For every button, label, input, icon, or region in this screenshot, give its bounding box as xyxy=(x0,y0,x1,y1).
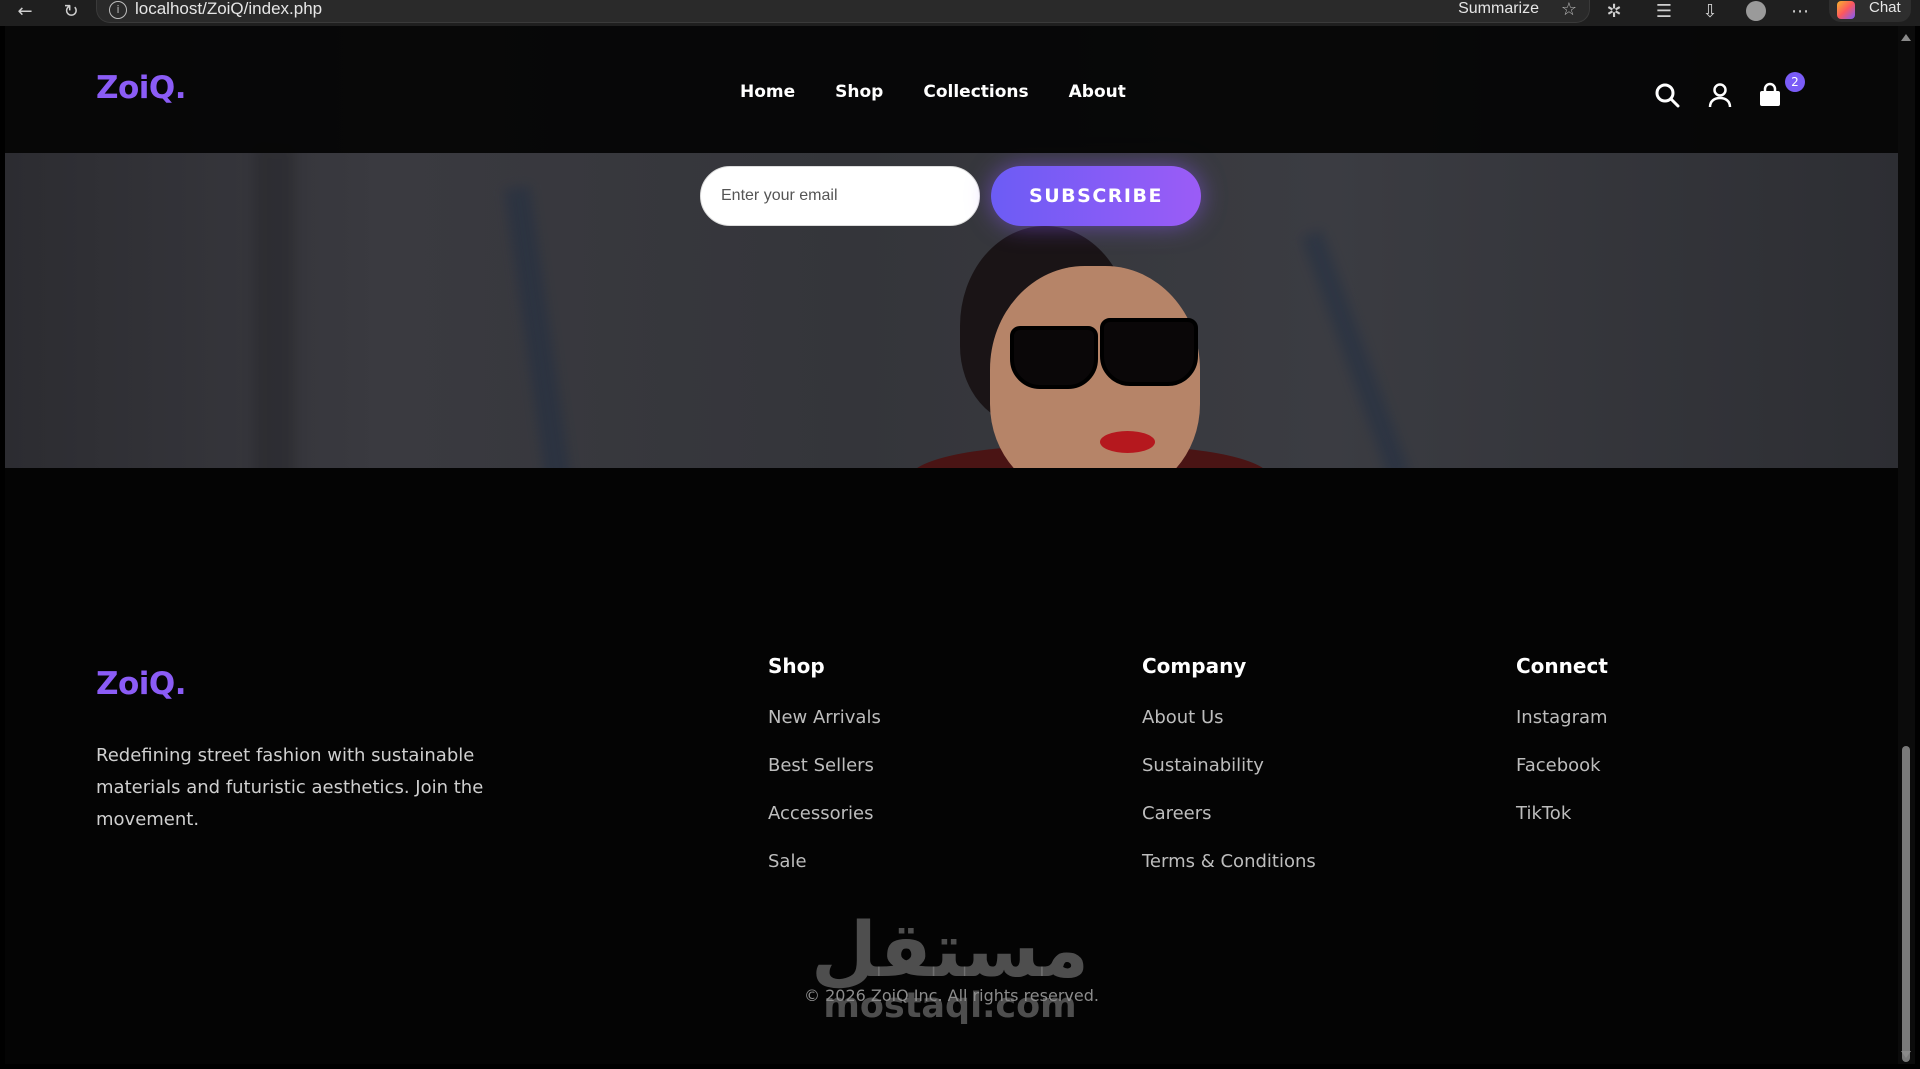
page-scrollbar[interactable] xyxy=(1898,26,1915,1064)
info-icon[interactable]: i xyxy=(109,1,127,19)
model-photo xyxy=(900,206,1300,468)
site-footer: ZoiQ. Redefining street fashion with sus… xyxy=(5,468,1898,1064)
background-streak xyxy=(1301,230,1411,468)
reload-icon[interactable]: ↻ xyxy=(58,0,84,22)
scrollbar-thumb[interactable] xyxy=(1902,746,1910,1062)
brand-logo[interactable]: ZoiQ. xyxy=(96,70,187,106)
footer-column-title: Company xyxy=(1142,654,1247,678)
footer-link-best-sellers[interactable]: Best Sellers xyxy=(768,754,881,802)
footer-link-careers[interactable]: Careers xyxy=(1142,802,1316,850)
page-viewport: SUBSCRIBE ZoiQ. Home Shop Collections Ab… xyxy=(5,26,1898,1064)
footer-link-tiktok[interactable]: TikTok xyxy=(1516,802,1608,850)
footer-link-sale[interactable]: Sale xyxy=(768,850,881,898)
more-options-icon[interactable]: ⋯ xyxy=(1788,0,1812,22)
browser-toolbar: ← ↻ i localhost/ZoiQ/index.php Summarize… xyxy=(0,0,1920,26)
nav-about[interactable]: About xyxy=(1069,82,1126,102)
footer-column-title: Shop xyxy=(768,654,825,678)
footer-link-about-us[interactable]: About Us xyxy=(1142,706,1316,754)
footer-column-shop: Shop New Arrivals Best Sellers Accessori… xyxy=(768,654,881,898)
footer-column-title: Connect xyxy=(1516,654,1608,678)
downloads-icon[interactable]: ⇩ xyxy=(1698,0,1722,22)
favorites-list-icon[interactable]: ☰ xyxy=(1652,0,1676,22)
search-icon[interactable] xyxy=(1650,78,1684,112)
account-icon[interactable] xyxy=(1703,78,1737,112)
sunglasses xyxy=(1010,326,1098,389)
nav-shop[interactable]: Shop xyxy=(835,82,883,102)
address-url[interactable]: localhost/ZoiQ/index.php xyxy=(135,0,322,18)
profile-avatar-icon[interactable] xyxy=(1744,0,1768,22)
back-arrow-icon[interactable]: ← xyxy=(12,0,38,22)
scroll-down-arrow-icon[interactable] xyxy=(1901,1051,1911,1058)
summarize-button[interactable]: Summarize xyxy=(1458,0,1539,18)
footer-link-facebook[interactable]: Facebook xyxy=(1516,754,1608,802)
footer-tagline: Redefining street fashion with sustainab… xyxy=(96,745,484,830)
nav-home[interactable]: Home xyxy=(740,82,795,102)
chat-label: Chat xyxy=(1869,0,1901,16)
address-bar[interactable]: i localhost/ZoiQ/index.php Summarize ☆ xyxy=(96,0,1590,23)
newsletter-form: SUBSCRIBE xyxy=(5,166,1898,228)
cart-count-badge: 2 xyxy=(1785,72,1805,92)
site-header: ZoiQ. Home Shop Collections About 2 xyxy=(5,26,1898,153)
background-streak xyxy=(504,185,572,468)
favorite-star-icon[interactable]: ☆ xyxy=(1561,0,1577,20)
subscribe-button[interactable]: SUBSCRIBE xyxy=(991,166,1201,226)
chat-button[interactable]: Chat xyxy=(1829,0,1911,22)
copilot-logo-icon xyxy=(1837,1,1855,19)
footer-link-instagram[interactable]: Instagram xyxy=(1516,706,1608,754)
email-input[interactable] xyxy=(700,166,980,226)
nav-collections[interactable]: Collections xyxy=(923,82,1028,102)
copyright-text: © 2026 ZoiQ Inc. All rights reserved. xyxy=(804,986,1099,1005)
footer-link-accessories[interactable]: Accessories xyxy=(768,802,881,850)
footer-column-connect: Connect Instagram Facebook TikTok xyxy=(1516,654,1608,850)
footer-brand-logo[interactable]: ZoiQ. xyxy=(96,666,187,702)
shopping-bag-icon[interactable] xyxy=(1753,78,1787,112)
extensions-icon[interactable]: ✲ xyxy=(1602,0,1626,22)
footer-link-sustainability[interactable]: Sustainability xyxy=(1142,754,1316,802)
footer-column-company: Company About Us Sustainability Careers … xyxy=(1142,654,1316,898)
footer-link-terms[interactable]: Terms & Conditions xyxy=(1142,850,1316,898)
footer-link-new-arrivals[interactable]: New Arrivals xyxy=(768,706,881,754)
main-nav: Home Shop Collections About xyxy=(740,82,1126,102)
scroll-up-arrow-icon[interactable] xyxy=(1901,34,1911,41)
